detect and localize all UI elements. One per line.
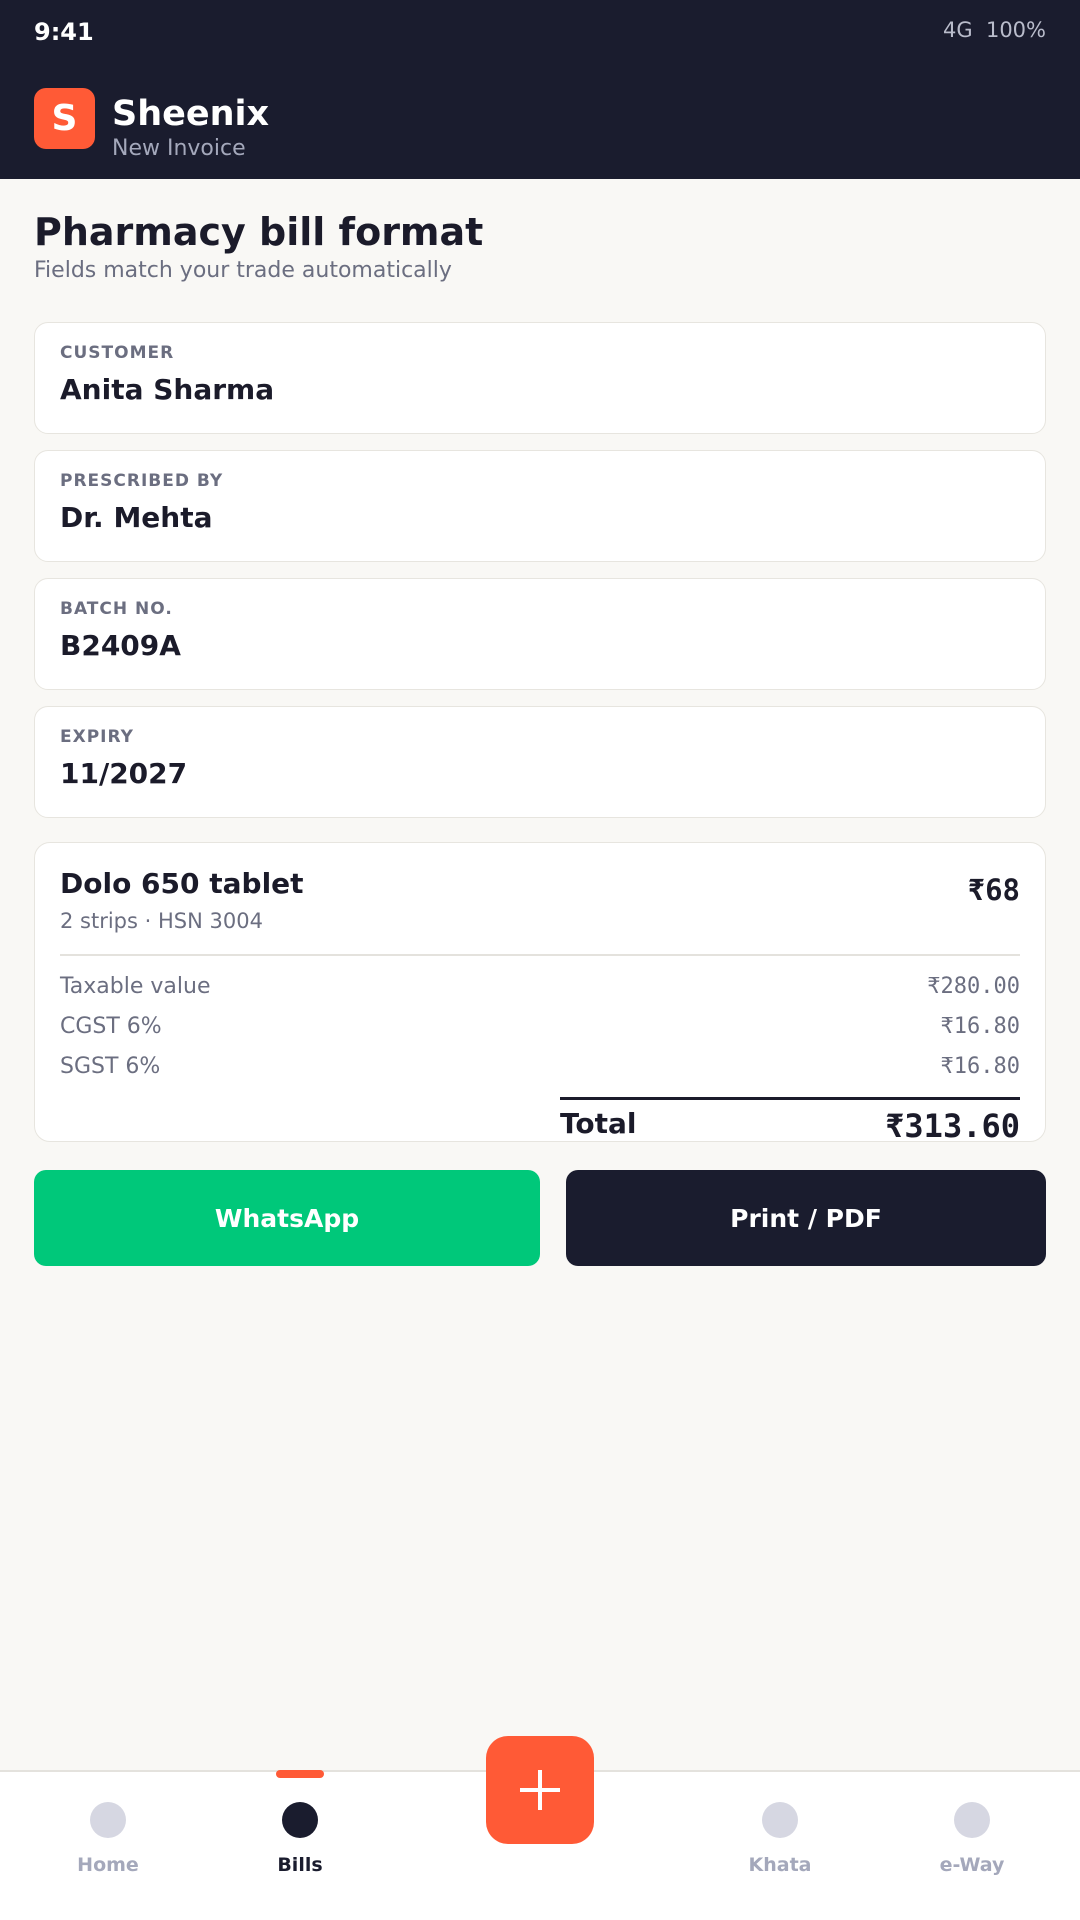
- total-value: ₹313.60: [885, 1107, 1020, 1142]
- nav-item-home[interactable]: Home: [48, 1802, 168, 1892]
- nav-item-eway[interactable]: e-Way: [912, 1802, 1032, 1892]
- page-title: Pharmacy bill format: [34, 210, 484, 254]
- field-value: Dr. Mehta: [60, 501, 213, 534]
- whatsapp-button[interactable]: WhatsApp: [34, 1170, 540, 1266]
- tax-label: Taxable value: [60, 973, 211, 999]
- app-logo: S: [34, 88, 95, 149]
- screen-subtitle: New Invoice: [112, 136, 246, 161]
- eway-icon: [954, 1802, 990, 1838]
- field-label: EXPIRY: [60, 727, 134, 747]
- expiry-field[interactable]: EXPIRY 11/2027: [34, 706, 1046, 818]
- nav-item-bills[interactable]: Bills: [240, 1802, 360, 1892]
- batch-no-field[interactable]: BATCH NO. B2409A: [34, 578, 1046, 690]
- customer-field[interactable]: CUSTOMER Anita Sharma: [34, 322, 1046, 434]
- app-header: 9:41 4G 100% S Sheenix New Invoice: [0, 0, 1080, 179]
- new-invoice-fab[interactable]: [486, 1736, 594, 1844]
- field-value: Anita Sharma: [60, 373, 275, 406]
- field-value: B2409A: [60, 629, 181, 662]
- nav-label: Khata: [748, 1854, 812, 1876]
- tax-row-taxable: Taxable value ₹280.00: [60, 971, 1020, 1001]
- page-subtitle: Fields match your trade automatically: [34, 258, 452, 283]
- app-name: Sheenix: [112, 94, 270, 134]
- total-label: Total: [560, 1107, 637, 1140]
- field-label: BATCH NO.: [60, 599, 173, 619]
- bills-icon: [282, 1802, 318, 1838]
- nav-label: Bills: [277, 1854, 323, 1876]
- tax-value: ₹280.00: [927, 973, 1020, 999]
- nav-item-khata[interactable]: Khata: [720, 1802, 840, 1892]
- tax-row-sgst: SGST 6% ₹16.80: [60, 1051, 1020, 1081]
- item-price: ₹68: [967, 873, 1020, 907]
- home-icon: [90, 1802, 126, 1838]
- print-pdf-button[interactable]: Print / PDF: [566, 1170, 1046, 1266]
- tax-label: SGST 6%: [60, 1053, 161, 1079]
- field-label: CUSTOMER: [60, 343, 175, 363]
- tax-row-cgst: CGST 6% ₹16.80: [60, 1011, 1020, 1041]
- khata-icon: [762, 1802, 798, 1838]
- field-label: PRESCRIBED BY: [60, 471, 224, 491]
- active-tab-indicator: [276, 1770, 324, 1778]
- status-time: 9:41: [34, 18, 94, 46]
- battery-indicator: 100%: [985, 18, 1046, 42]
- invoice-item-card[interactable]: Dolo 650 tablet 2 strips · HSN 3004 ₹68 …: [34, 842, 1046, 1142]
- tax-label: CGST 6%: [60, 1013, 162, 1039]
- item-name: Dolo 650 tablet: [60, 867, 304, 900]
- status-indicators: 4G 100%: [943, 18, 1046, 42]
- network-indicator: 4G: [942, 18, 973, 42]
- nav-label: Home: [77, 1854, 139, 1876]
- tax-value: ₹16.80: [940, 1013, 1020, 1039]
- item-meta: 2 strips · HSN 3004: [60, 909, 263, 933]
- field-value: 11/2027: [60, 757, 188, 790]
- nav-label: e-Way: [939, 1854, 1005, 1876]
- plus-icon: [520, 1770, 560, 1810]
- total-rule: [560, 1097, 1020, 1100]
- prescribed-by-field[interactable]: PRESCRIBED BY Dr. Mehta: [34, 450, 1046, 562]
- tax-value: ₹16.80: [940, 1053, 1020, 1079]
- divider: [60, 954, 1020, 956]
